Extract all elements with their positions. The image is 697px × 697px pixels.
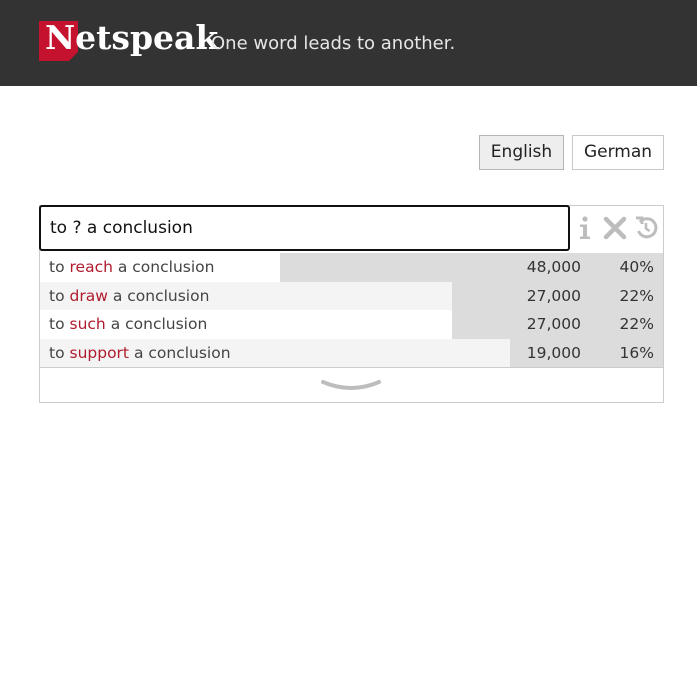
result-row[interactable]: to draw a conclusion 27,000 22% — [40, 281, 663, 310]
result-phrase: to draw a conclusion — [49, 286, 210, 305]
result-percent: 16% — [619, 343, 654, 362]
frequency-bar — [280, 253, 663, 282]
result-percent: 22% — [619, 286, 654, 305]
result-count: 48,000 — [526, 258, 581, 276]
logo-text: Netspeak — [45, 18, 219, 57]
results-list: to reach a conclusion 48,000 40% to draw… — [40, 253, 663, 367]
search-input[interactable] — [39, 205, 570, 251]
language-button-english[interactable]: English — [479, 135, 564, 170]
load-more-button[interactable] — [40, 367, 663, 403]
result-phrase: to reach a conclusion — [49, 258, 215, 276]
result-row[interactable]: to support a conclusion 19,000 16% — [40, 338, 663, 367]
result-count: 27,000 — [526, 286, 581, 305]
chevron-down-icon — [321, 378, 381, 394]
app-header: Netspeak One word leads to another. — [0, 0, 697, 86]
result-percent: 40% — [619, 258, 654, 276]
result-phrase: to such a conclusion — [49, 315, 208, 333]
info-icon[interactable] — [573, 215, 597, 241]
close-icon[interactable] — [603, 215, 627, 241]
tagline: One word leads to another. — [211, 33, 456, 54]
result-percent: 22% — [619, 315, 654, 333]
result-count: 27,000 — [526, 315, 581, 333]
history-icon[interactable] — [634, 215, 658, 241]
result-highlight-word: reach — [69, 258, 113, 276]
result-row[interactable]: to such a conclusion 27,000 22% — [40, 310, 663, 339]
result-phrase: to support a conclusion — [49, 343, 231, 362]
result-count: 19,000 — [526, 343, 581, 362]
result-row[interactable]: to reach a conclusion 48,000 40% — [40, 253, 663, 282]
language-button-german[interactable]: German — [572, 135, 664, 170]
result-highlight-word: such — [69, 315, 106, 333]
result-highlight-word: support — [69, 343, 130, 362]
result-highlight-word: draw — [69, 286, 108, 305]
